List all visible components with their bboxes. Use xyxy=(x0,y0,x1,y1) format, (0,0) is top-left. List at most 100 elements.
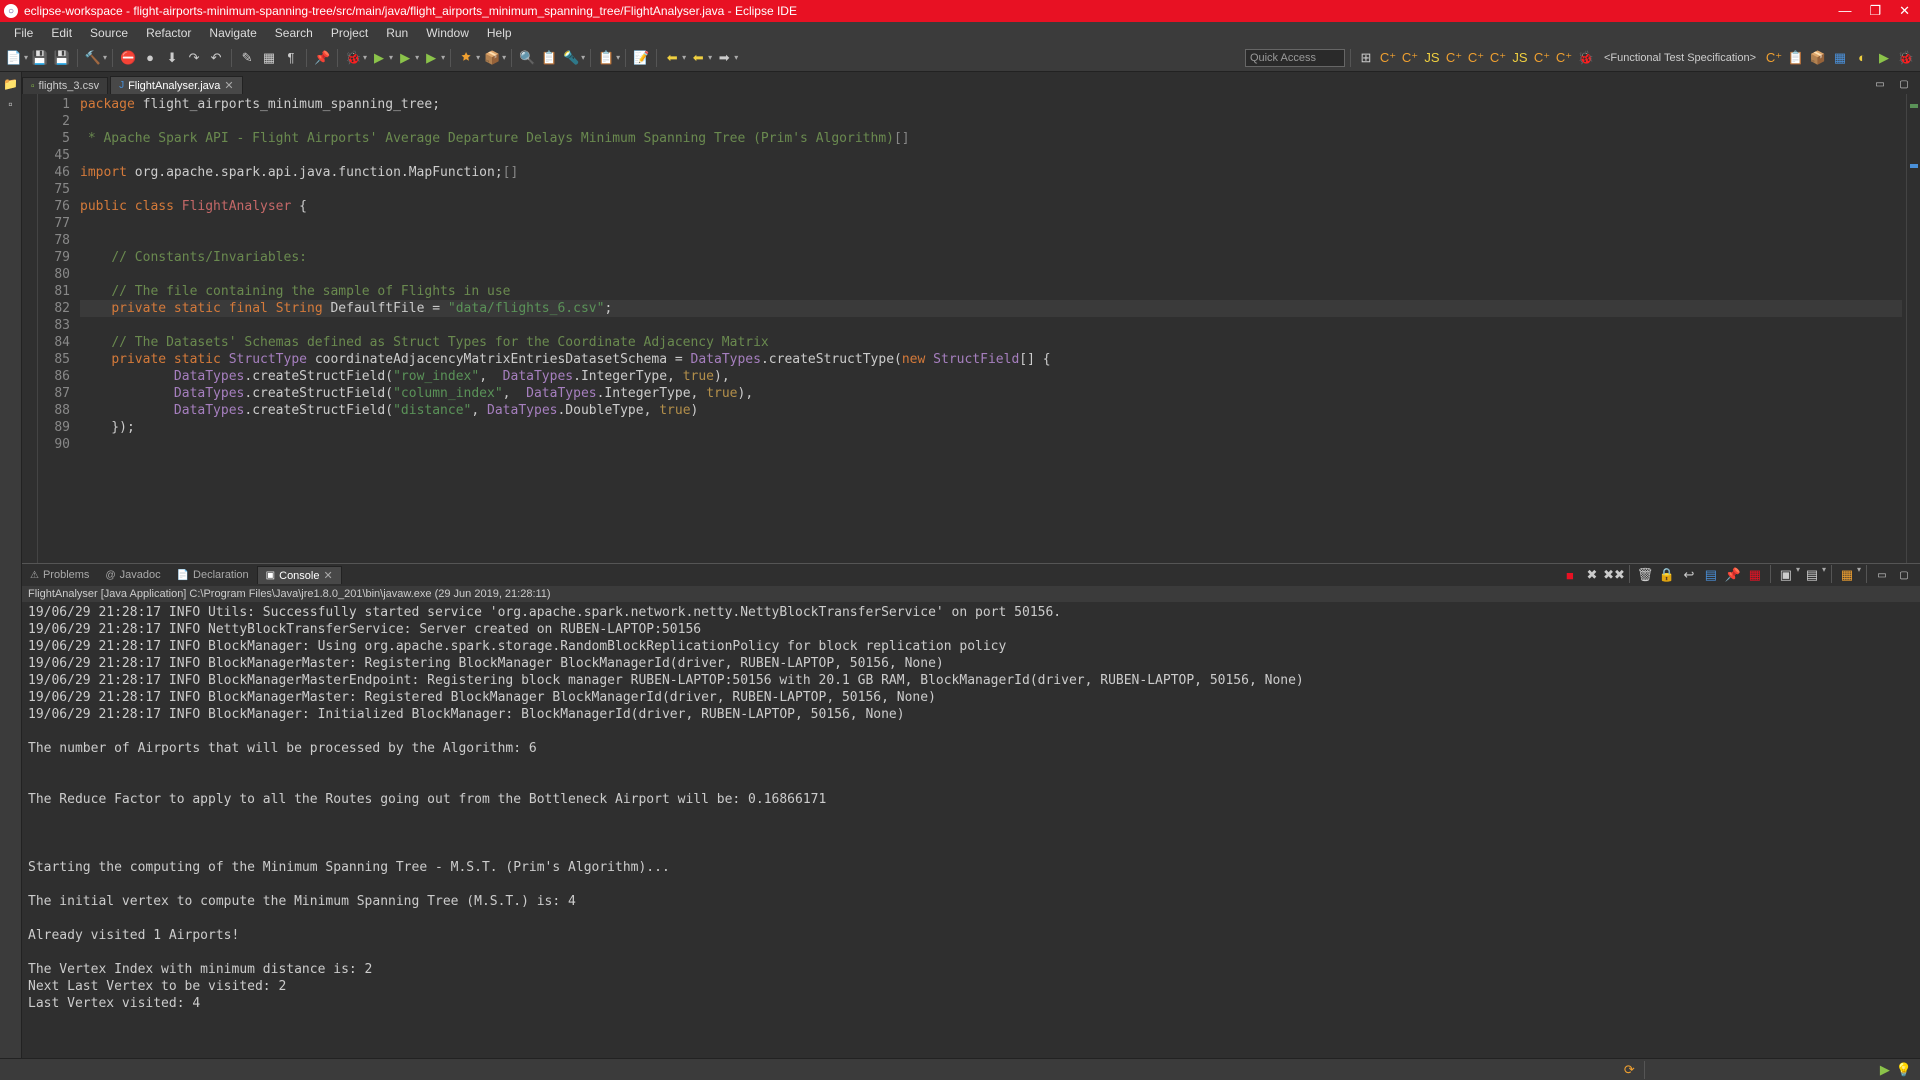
cpp-persp5-button[interactable]: C⁺ xyxy=(1488,48,1508,68)
console-icon: ▣ xyxy=(266,570,275,581)
show-console-button[interactable]: ▤ xyxy=(1701,565,1721,585)
menu-window[interactable]: Window xyxy=(418,24,477,42)
cpp-persp3-button[interactable]: C⁺ xyxy=(1444,48,1464,68)
javadoc-icon: @ xyxy=(105,570,115,581)
pin-button[interactable]: 📌 xyxy=(312,48,332,68)
minimize-editor-button[interactable]: ▭ xyxy=(1870,74,1890,94)
toggle-block-button[interactable]: ▦ xyxy=(259,48,279,68)
minimize-console-button[interactable]: ▭ xyxy=(1872,565,1892,585)
persp-btn2[interactable]: 📦 xyxy=(1808,48,1828,68)
maximize-console-button[interactable]: ▢ xyxy=(1894,565,1914,585)
cpp-persp2-button[interactable]: C⁺ xyxy=(1400,48,1420,68)
online-icon[interactable]: ▶ xyxy=(1880,1062,1890,1078)
close-tab-icon[interactable]: ✕ xyxy=(224,79,233,92)
view-tab-javadoc[interactable]: @ Javadoc xyxy=(97,567,168,583)
forward-button[interactable]: ➡ xyxy=(714,48,734,68)
new-console-button[interactable]: ▤ xyxy=(1802,565,1822,585)
menu-navigate[interactable]: Navigate xyxy=(201,24,264,42)
prev-edit-button[interactable]: 📝 xyxy=(631,48,651,68)
open-task-button[interactable]: 📋 xyxy=(539,48,559,68)
debug-button[interactable]: 🐞 xyxy=(343,48,363,68)
pin-console-button[interactable]: 📌 xyxy=(1723,565,1743,585)
cpp-persp7-button[interactable]: C⁺ xyxy=(1554,48,1574,68)
cpp-persp6-button[interactable]: C⁺ xyxy=(1532,48,1552,68)
code-editor[interactable]: 125454675767778798081828384858687888990 … xyxy=(22,94,1920,563)
cpp-persp-button[interactable]: C⁺ xyxy=(1378,48,1398,68)
menu-edit[interactable]: Edit xyxy=(43,24,80,42)
toggle-mark-button[interactable]: ✎ xyxy=(237,48,257,68)
menu-project[interactable]: Project xyxy=(323,24,376,42)
menu-search[interactable]: Search xyxy=(267,24,321,42)
word-wrap-button[interactable]: ↩ xyxy=(1679,565,1699,585)
package-explorer-icon[interactable]: 📁 xyxy=(3,76,19,92)
step-button[interactable]: ⬇ xyxy=(162,48,182,68)
next-annotation-button[interactable]: 📋 xyxy=(596,48,616,68)
new-java-class-button[interactable]: 🟊 xyxy=(456,48,476,68)
view-tab-declaration[interactable]: 📄Declaration xyxy=(169,567,257,583)
save-all-button[interactable]: 💾 xyxy=(52,48,72,68)
left-trim: 📁 ▫ xyxy=(0,72,22,1058)
console-launch-info: FlightAnalyser [Java Application] C:\Pro… xyxy=(22,586,1920,602)
menu-source[interactable]: Source xyxy=(82,24,136,42)
display-selected-button[interactable]: ▦ xyxy=(1745,565,1765,585)
menu-run[interactable]: Run xyxy=(378,24,416,42)
tip-icon[interactable]: 💡 xyxy=(1896,1062,1912,1078)
restore-icon[interactable]: ▫ xyxy=(3,96,19,112)
step-return-button[interactable]: ↶ xyxy=(206,48,226,68)
console-persp-button[interactable]: ▦ xyxy=(1837,565,1857,585)
debug-persp-button[interactable]: 🐞 xyxy=(1576,48,1596,68)
minimize-button[interactable]: — xyxy=(1838,3,1851,19)
back-button[interactable]: ⬅ xyxy=(662,48,682,68)
console-output[interactable]: 19/06/29 21:28:17 INFO Utils: Successful… xyxy=(22,602,1920,1058)
coverage-button[interactable]: ▶ xyxy=(395,48,415,68)
main-toolbar: 📄▾ 💾 💾 🔨▾ ⛔ ● ⬇ ↷ ↶ ✎ ▦ ¶ 📌 🐞▾ ▶▾ ▶▾ ▶▾ … xyxy=(0,44,1920,72)
clear-console-button[interactable]: 🗑 xyxy=(1635,565,1655,585)
refresh-icon[interactable]: ⟳ xyxy=(1624,1062,1635,1078)
remove-all-button[interactable]: ✖✖ xyxy=(1604,565,1624,585)
menu-bar: FileEditSourceRefactorNavigateSearchProj… xyxy=(0,22,1920,44)
close-view-icon[interactable]: ✕ xyxy=(323,569,332,582)
maximize-button[interactable]: ❐ xyxy=(1869,3,1881,19)
js-persp-button[interactable]: JS xyxy=(1422,48,1442,68)
editor-tab[interactable]: JFlightAnalyser.java✕ xyxy=(110,76,243,94)
persp-btn1[interactable]: 📋 xyxy=(1786,48,1806,68)
maximize-editor-button[interactable]: ▢ xyxy=(1894,74,1914,94)
step-over-button[interactable]: ↷ xyxy=(184,48,204,68)
run-button[interactable]: ▶ xyxy=(369,48,389,68)
js-persp2-button[interactable]: JS xyxy=(1510,48,1530,68)
cpp-persp4-button[interactable]: C⁺ xyxy=(1466,48,1486,68)
run-last-button[interactable]: ▶ xyxy=(421,48,441,68)
skip-breakpoints-button[interactable]: ⛔ xyxy=(118,48,138,68)
persp-btn3[interactable]: ▦ xyxy=(1830,48,1850,68)
scroll-lock-button[interactable]: 🔒 xyxy=(1657,565,1677,585)
terminate-button[interactable]: ■ xyxy=(1560,565,1580,585)
open-console-button[interactable]: ▣ xyxy=(1776,565,1796,585)
menu-refactor[interactable]: Refactor xyxy=(138,24,199,42)
persp-btn5[interactable]: ▶ xyxy=(1874,48,1894,68)
persp-btn4[interactable]: ◐ xyxy=(1852,48,1872,68)
menu-help[interactable]: Help xyxy=(479,24,520,42)
open-type-button[interactable]: 🔍 xyxy=(517,48,537,68)
view-tab-label: Javadoc xyxy=(120,569,161,581)
status-bar: ⟳ ▶ 💡 xyxy=(0,1058,1920,1080)
menu-file[interactable]: File xyxy=(6,24,41,42)
back-history-button[interactable]: ⬅ xyxy=(688,48,708,68)
new-button[interactable]: 📄 xyxy=(4,48,24,68)
view-tab-problems[interactable]: ⚠Problems xyxy=(22,567,97,583)
search-button[interactable]: 🔦 xyxy=(561,48,581,68)
remove-launch-button[interactable]: ✖ xyxy=(1582,565,1602,585)
title-bar: ○ eclipse-workspace - flight-airports-mi… xyxy=(0,0,1920,22)
perspective-label[interactable]: <Functional Test Specification> xyxy=(1598,52,1762,64)
persp-btn6[interactable]: 🐞 xyxy=(1896,48,1916,68)
close-button[interactable]: ✕ xyxy=(1899,3,1910,19)
view-tab-console[interactable]: ▣Console ✕ xyxy=(257,566,342,584)
open-perspective-button[interactable]: ⊞ xyxy=(1356,48,1376,68)
save-button[interactable]: 💾 xyxy=(30,48,50,68)
new-package-button[interactable]: 📦 xyxy=(482,48,502,68)
build-button[interactable]: 🔨 xyxy=(83,48,103,68)
toggle-breakpoint-button[interactable]: ● xyxy=(140,48,160,68)
cpp-persp8-button[interactable]: C⁺ xyxy=(1764,48,1784,68)
show-whitespace-button[interactable]: ¶ xyxy=(281,48,301,68)
quick-access-input[interactable]: Quick Access xyxy=(1245,49,1345,67)
editor-tab[interactable]: ▫flights_3.csv xyxy=(22,77,108,94)
